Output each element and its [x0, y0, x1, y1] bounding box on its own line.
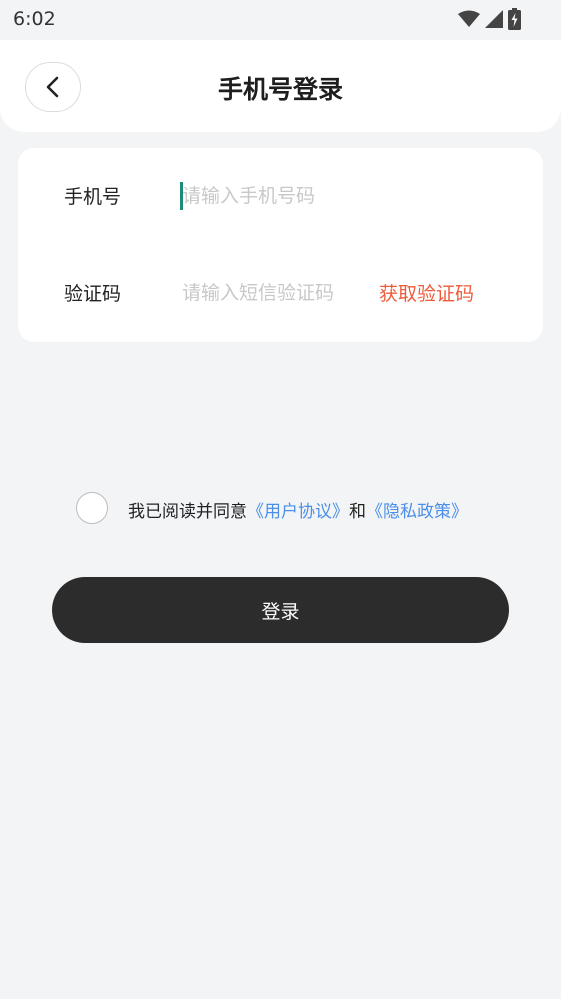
phone-input[interactable] — [180, 176, 482, 216]
login-form-card: 手机号 验证码 获取验证码 — [18, 148, 543, 342]
agreement-text: 我已阅读并同意《用户协议》和《隐私政策》 — [128, 497, 468, 522]
battery-charging-icon — [508, 8, 521, 30]
agreement-row: 我已阅读并同意《用户协议》和《隐私政策》 — [76, 492, 516, 524]
signal-icon — [485, 10, 503, 28]
phone-row: 手机号 — [18, 166, 543, 226]
code-label: 验证码 — [64, 283, 122, 305]
agree-checkbox[interactable] — [76, 492, 108, 524]
status-icons — [458, 8, 521, 30]
status-time: 6:02 — [13, 8, 56, 30]
privacy-policy-link[interactable]: 《隐私政策》 — [366, 502, 468, 522]
status-bar: 6:02 — [0, 0, 561, 40]
code-row: 验证码 获取验证码 — [18, 263, 543, 323]
user-agreement-link[interactable]: 《用户协议》 — [247, 502, 349, 522]
code-input[interactable] — [180, 273, 372, 313]
agreement-prefix: 我已阅读并同意 — [128, 502, 247, 522]
phone-label: 手机号 — [64, 186, 122, 208]
header: 手机号登录 — [0, 40, 561, 132]
text-caret — [180, 182, 183, 210]
agreement-conjunction: 和 — [349, 502, 366, 522]
page-title: 手机号登录 — [217, 75, 343, 104]
login-button[interactable]: 登录 — [52, 577, 509, 643]
wifi-icon — [458, 10, 480, 27]
get-code-button[interactable]: 获取验证码 — [379, 279, 474, 306]
